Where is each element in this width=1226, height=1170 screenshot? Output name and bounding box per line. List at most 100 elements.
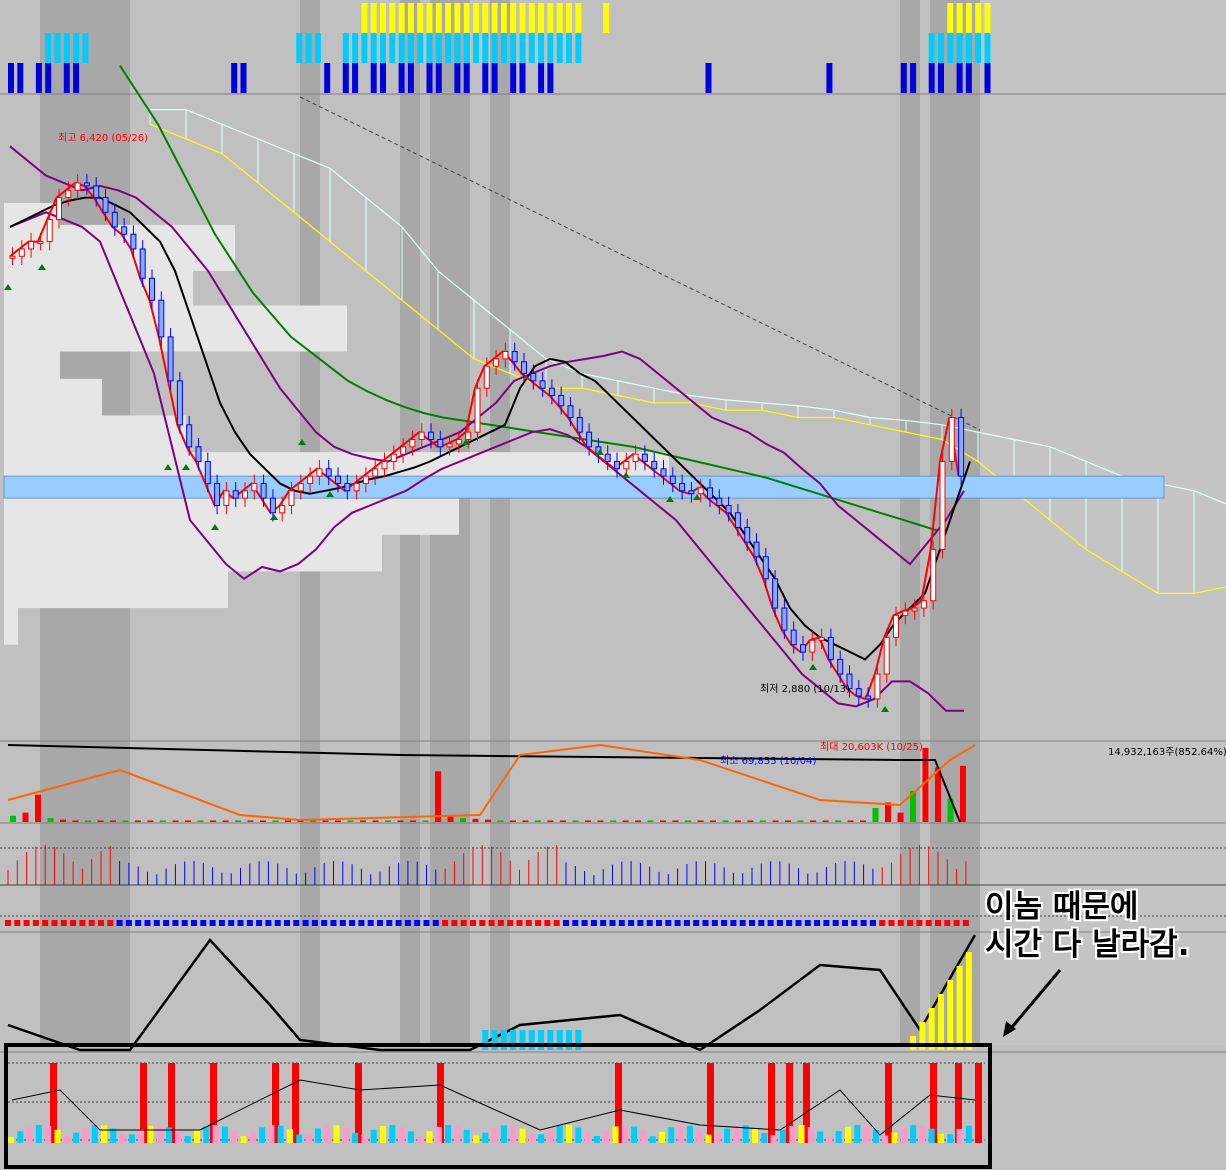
volume-profile xyxy=(4,202,669,645)
osc1-signal xyxy=(516,920,523,926)
osc2-bar xyxy=(965,952,972,1050)
candle-body xyxy=(446,443,453,448)
signal-bar xyxy=(82,33,89,63)
volume-bar xyxy=(810,820,816,822)
osc1-signal xyxy=(293,920,300,926)
candle-body xyxy=(149,277,155,301)
signal-bar xyxy=(566,3,572,33)
osc3-bar xyxy=(435,1126,442,1143)
osc1-signal xyxy=(786,920,793,926)
candle-body xyxy=(781,607,788,631)
candle-body xyxy=(474,387,481,433)
volume-profile-bar xyxy=(4,598,18,645)
osc1-signal xyxy=(209,920,216,926)
volume-bar xyxy=(322,820,329,822)
candle-body xyxy=(381,460,388,470)
osc1-signal xyxy=(944,920,951,926)
osc3-bar xyxy=(640,1130,647,1143)
volume-bar xyxy=(685,820,691,822)
signal-bar xyxy=(324,63,331,93)
osc1-signal xyxy=(572,920,579,926)
volume-bar xyxy=(897,812,904,822)
candle-body xyxy=(400,446,407,455)
volume-bar xyxy=(197,820,204,822)
candle-body xyxy=(158,299,165,338)
osc3-bar xyxy=(333,1125,340,1143)
volume-bar xyxy=(822,820,829,822)
candle-body xyxy=(102,197,109,213)
osc1-signal xyxy=(776,920,783,926)
volume-bar xyxy=(785,820,791,822)
signal-bar xyxy=(900,63,907,93)
osc1-signal xyxy=(869,920,876,926)
candle-body xyxy=(548,387,555,397)
osc3-bar xyxy=(203,1126,210,1143)
signal-bar xyxy=(510,33,517,63)
candle-body xyxy=(809,639,816,653)
osc1-signal xyxy=(609,920,616,926)
osc1-signal xyxy=(711,920,718,926)
stock-chart: 최고 6,420 (05/26) 최저 2,880 (10/13) 최대 20,… xyxy=(0,0,1226,1169)
signal-bar xyxy=(73,33,80,63)
osc1-signal xyxy=(442,920,449,926)
candle-body xyxy=(827,636,834,660)
osc3-signal-bar xyxy=(355,1063,362,1143)
volume-bar xyxy=(410,820,416,822)
candle-body xyxy=(725,504,732,514)
osc1-signal xyxy=(535,920,542,926)
signal-bar xyxy=(938,63,944,93)
volume-bar xyxy=(360,820,366,822)
volume-bar xyxy=(535,820,541,822)
volume-bar xyxy=(122,820,129,822)
signal-bar xyxy=(928,33,935,63)
osc3-bar xyxy=(705,1134,712,1143)
volume-bar xyxy=(110,820,116,822)
volume-bar xyxy=(635,820,641,822)
candle-body xyxy=(641,453,648,462)
signal-bar xyxy=(956,3,963,33)
signal-bar xyxy=(435,33,442,63)
signal-bar xyxy=(54,33,61,63)
osc3-bar xyxy=(119,1133,126,1143)
osc1-signal xyxy=(628,920,635,926)
volume-bar xyxy=(47,818,54,822)
signal-bar xyxy=(984,33,991,63)
candle-body xyxy=(502,351,509,360)
osc1-signal xyxy=(656,920,662,926)
signal-bar xyxy=(519,63,526,93)
volume-bar xyxy=(285,820,291,822)
osc1-signal xyxy=(507,920,514,926)
osc3-bar xyxy=(724,1128,731,1143)
signal-bar xyxy=(63,63,70,93)
osc3-bar xyxy=(845,1126,851,1143)
candle-body xyxy=(790,629,797,646)
signal-bar xyxy=(380,33,386,63)
signal-bar xyxy=(519,33,526,63)
signal-bar xyxy=(389,3,396,33)
osc3-bar xyxy=(919,1125,926,1143)
osc3-bar xyxy=(686,1125,693,1143)
candle-body xyxy=(493,358,500,367)
osc1-signal xyxy=(358,920,365,926)
osc1-signal xyxy=(302,920,309,926)
osc3-bar xyxy=(872,1129,879,1143)
osc1-signal xyxy=(116,920,123,926)
osc3-bar xyxy=(696,1129,703,1143)
candle-body xyxy=(362,475,369,484)
osc3-bar xyxy=(538,1134,545,1143)
osc1-signal xyxy=(749,920,755,926)
osc3-bar xyxy=(603,1130,610,1143)
signal-bar xyxy=(956,33,963,63)
signal-bar xyxy=(45,33,52,63)
osc1-signal xyxy=(172,920,179,926)
signal-bar xyxy=(566,33,572,63)
osc3-bar xyxy=(938,1133,944,1143)
osc1-signal xyxy=(804,920,811,926)
candle-body xyxy=(65,189,72,199)
osc1-signal xyxy=(181,920,188,926)
candle-body xyxy=(511,351,518,363)
volume-bar xyxy=(260,820,266,822)
volume-bar xyxy=(672,820,679,822)
candle-body xyxy=(418,431,425,440)
signal-bar xyxy=(965,3,972,33)
